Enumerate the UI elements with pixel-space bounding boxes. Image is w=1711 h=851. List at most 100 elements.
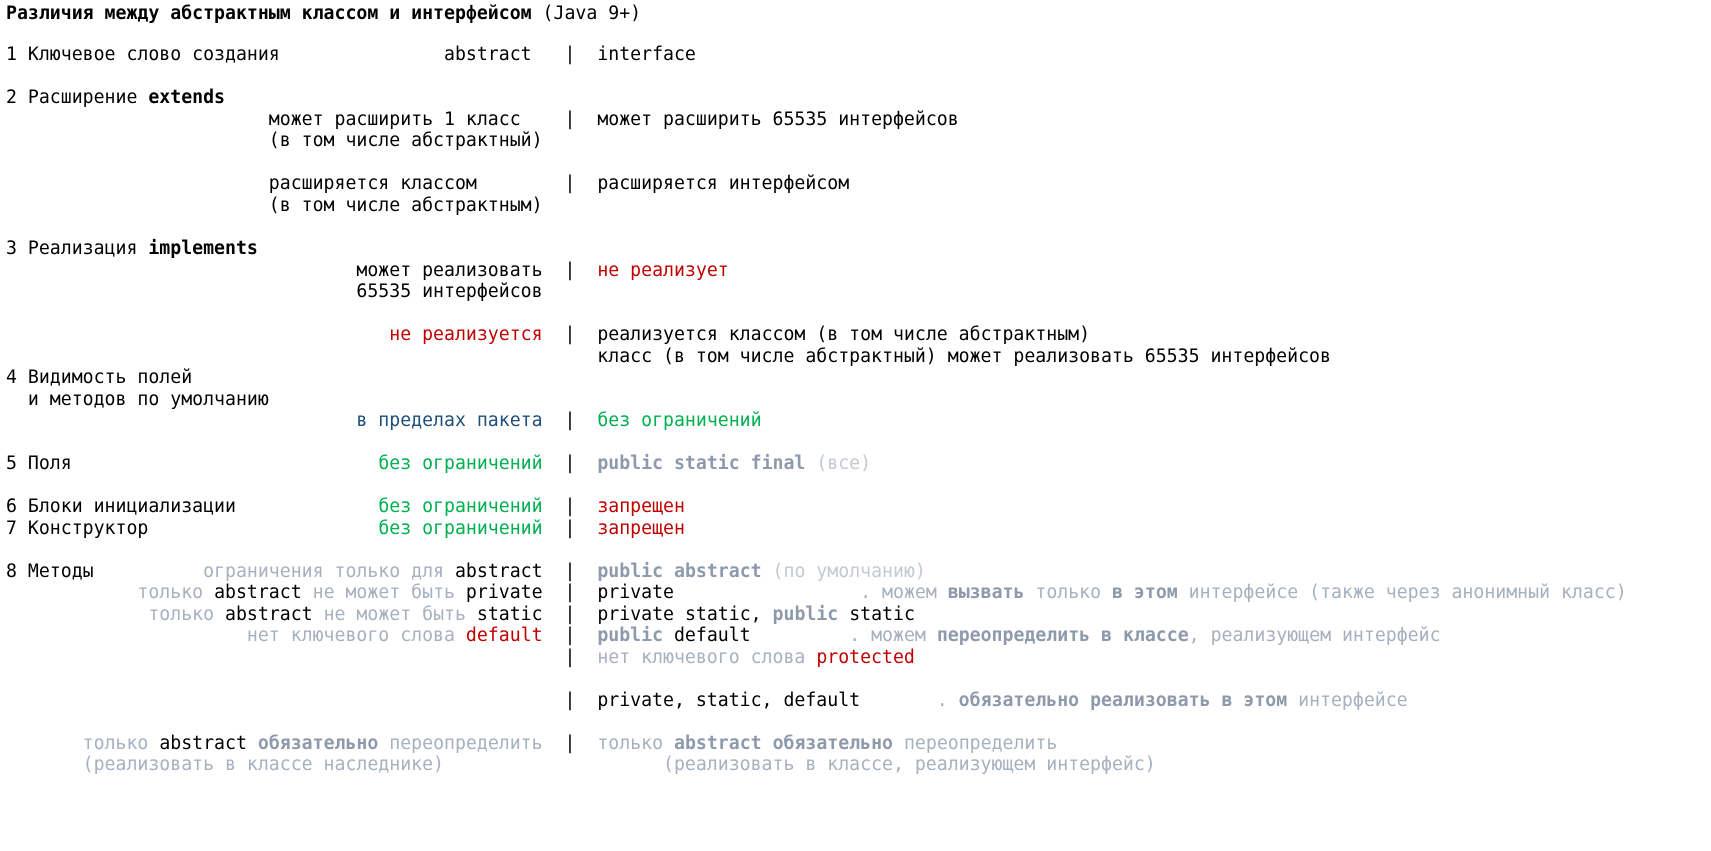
- methods-r3-interface-2: public: [772, 604, 839, 625]
- methods-r2-note-2: вызвать: [947, 582, 1025, 603]
- methods-r7-a2: abstract: [159, 733, 247, 754]
- column-divider: |: [564, 604, 576, 625]
- extends-keyword: extends: [148, 87, 226, 108]
- extends-heading-prefix: 2 Расширение: [6, 87, 149, 108]
- methods-r4-interface-1: public: [597, 625, 664, 646]
- row-extends-3: расширяется классом | расширяется интерф…: [6, 172, 849, 195]
- visibility-heading-2: и методов по умолчанию: [6, 389, 269, 410]
- column-divider: |: [564, 324, 576, 345]
- methods-r5-kw: protected: [816, 647, 915, 668]
- extends-abstract-2: (в том числе абстрактный): [268, 130, 543, 151]
- column-divider: |: [564, 496, 576, 517]
- methods-r3-grey1: только: [148, 604, 226, 625]
- methods-r7-i6: (реализовать в классе, реализующем интер…: [663, 754, 1156, 775]
- row-implements-heading: 3 Реализация implements: [6, 237, 258, 260]
- visibility-heading-1: 4 Видимость полей: [6, 367, 193, 388]
- row-methods-4: нет ключевого слова default | public def…: [6, 624, 1441, 647]
- methods-r4-interface-2: default: [663, 625, 751, 646]
- methods-r2-kw2: private: [465, 582, 543, 603]
- methods-r3-kw1: abstract: [225, 604, 313, 625]
- init-blocks-interface: запрещен: [597, 496, 685, 517]
- implements-interface-3: класс (в том числе абстрактный) может ре…: [597, 346, 1331, 367]
- comparison-document: Различия между абстрактным классом и инт…: [0, 0, 1711, 851]
- methods-r7-i3: [762, 733, 773, 754]
- methods-r2-note-1: . можем: [860, 582, 948, 603]
- column-divider: |: [564, 582, 576, 603]
- methods-r6-interface: private, static, default: [597, 690, 861, 711]
- creation-abstract: abstract: [444, 44, 532, 65]
- row-extends-heading: 2 Расширение extends: [6, 86, 225, 109]
- visibility-interface: без ограничений: [597, 410, 762, 431]
- init-blocks-heading: 6 Блоки инициализации: [6, 496, 236, 517]
- methods-r7-a3: [247, 733, 258, 754]
- methods-r4-grey: нет ключевого слова: [246, 625, 466, 646]
- row-methods-7: только abstract обязательно переопредели…: [6, 732, 1058, 755]
- extends-interface-2: расширяется интерфейсом: [597, 173, 850, 194]
- methods-r2-note-4: в этом: [1112, 582, 1178, 603]
- methods-r7-a1: только: [82, 733, 160, 754]
- methods-heading: 8 Методы: [6, 561, 94, 582]
- row-implements-3: не реализуется | реализуется классом (в …: [6, 323, 1090, 346]
- implements-abstract-1: может реализовать: [356, 260, 543, 281]
- fields-abstract: без ограничений: [378, 453, 543, 474]
- methods-r1-interface-kw: public abstract: [597, 561, 762, 582]
- extends-abstract-3: расширяется классом: [268, 173, 477, 194]
- implements-abstract-2: 65535 интерфейсов: [356, 281, 543, 302]
- row-visibility: в пределах пакета | без ограничений: [6, 409, 762, 432]
- column-divider: |: [564, 410, 576, 431]
- implements-interface-2: реализуется классом (в том числе абстрак…: [597, 324, 1091, 345]
- row-methods-1: 8 Методы ограничения только для abstract…: [6, 560, 926, 583]
- extends-abstract-4: (в том числе абстрактным): [268, 195, 543, 216]
- row-implements-1: может реализовать | не реализует: [6, 259, 728, 282]
- methods-r6-note-3: интерфейсе: [1287, 690, 1408, 711]
- column-divider: |: [564, 561, 576, 582]
- title-main: Различия между абстрактным классом и инт…: [6, 3, 532, 24]
- fields-interface-keywords: public static final: [597, 453, 806, 474]
- constructor-interface: запрещен: [597, 518, 685, 539]
- fields-heading: 5 Поля: [6, 453, 72, 474]
- extends-abstract-1: может расширить 1 класс: [268, 109, 521, 130]
- methods-r6-note-2: обязательно реализовать в этом: [958, 690, 1288, 711]
- row-init-blocks: 6 Блоки инициализации без ограничений | …: [6, 495, 685, 518]
- document-title: Различия между абстрактным классом и инт…: [6, 2, 641, 25]
- column-divider: |: [564, 453, 576, 474]
- column-divider: |: [564, 690, 576, 711]
- row-constructor: 7 Конструктор без ограничений | запрещен: [6, 517, 685, 540]
- row-extends-1: может расширить 1 класс | может расширит…: [6, 108, 959, 131]
- methods-r3-grey2: не может быть: [312, 604, 477, 625]
- row-methods-8: (реализовать в классе наследнике) (реали…: [6, 753, 1156, 776]
- row-creation: 1 Ключевое слово создания abstract | int…: [6, 43, 696, 66]
- implements-keyword: implements: [148, 238, 258, 259]
- methods-r3-interface-3: static: [838, 604, 915, 625]
- column-divider: |: [564, 173, 576, 194]
- row-methods-2: только abstract не может быть private | …: [6, 581, 1626, 604]
- fields-interface-note: (все): [805, 453, 872, 474]
- row-extends-4: (в том числе абстрактным): [6, 194, 543, 217]
- methods-r7-i5: переопределить: [893, 733, 1058, 754]
- column-divider: |: [564, 260, 576, 281]
- implements-heading-prefix: 3 Реализация: [6, 238, 149, 259]
- creation-interface: interface: [597, 44, 696, 65]
- methods-r4-note-3: , реализующем интерфейс: [1188, 625, 1441, 646]
- column-divider: |: [564, 109, 576, 130]
- methods-r7-i4: обязательно: [772, 733, 894, 754]
- row-methods-3: только abstract не может быть static | p…: [6, 603, 915, 626]
- row-visibility-heading-2: и методов по умолчанию: [6, 388, 269, 411]
- methods-r4-kw: default: [465, 625, 543, 646]
- methods-r7-a4: обязательно: [257, 733, 379, 754]
- methods-r7-i1: только: [597, 733, 674, 754]
- methods-r2-grey2: не может быть: [301, 582, 466, 603]
- row-fields: 5 Поля без ограничений | public static f…: [6, 452, 871, 475]
- row-methods-6: | private, static, default . обязательно…: [6, 689, 1408, 712]
- methods-r1-abstract-grey: ограничения только для: [203, 561, 455, 582]
- methods-r2-note-3: только: [1024, 582, 1113, 603]
- row-methods-5: | нет ключевого слова protected: [6, 646, 915, 669]
- methods-r2-interface: private: [597, 582, 674, 603]
- methods-r4-note-1: . можем: [849, 625, 937, 646]
- constructor-heading: 7 Конструктор: [6, 518, 149, 539]
- init-blocks-abstract: без ограничений: [378, 496, 543, 517]
- visibility-abstract: в пределах пакета: [356, 410, 543, 431]
- constructor-abstract: без ограничений: [378, 518, 543, 539]
- methods-r6-note-1: .: [936, 690, 959, 711]
- methods-r2-grey1: только: [137, 582, 215, 603]
